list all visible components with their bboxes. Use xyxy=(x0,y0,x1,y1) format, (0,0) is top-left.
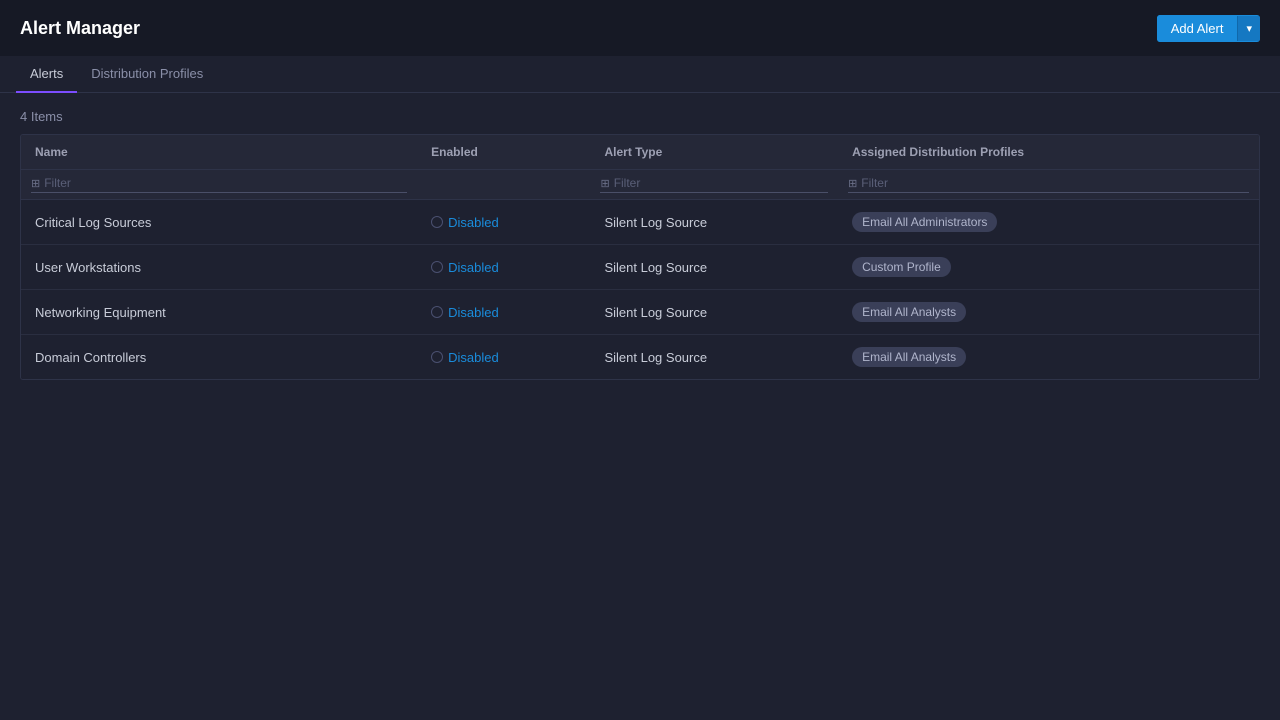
cell-name-2: Networking Equipment xyxy=(21,290,417,335)
add-alert-button[interactable]: Add Alert ▾ xyxy=(1157,15,1260,42)
radio-icon-2 xyxy=(431,306,443,318)
filter-wrap-dist-profiles: ⊞ xyxy=(848,176,1249,193)
cell-alert-type-0: Silent Log Source xyxy=(590,200,838,245)
filter-cell-dist-profiles: ⊞ xyxy=(838,170,1259,200)
filter-cell-enabled xyxy=(417,170,590,200)
col-header-alert-type: Alert Type xyxy=(590,135,838,170)
tab-bar: Alerts Distribution Profiles xyxy=(0,56,1280,93)
tab-distribution-profiles[interactable]: Distribution Profiles xyxy=(77,56,217,93)
table-row[interactable]: User Workstations Disabled Silent Log So… xyxy=(21,245,1259,290)
col-header-name: Name xyxy=(21,135,417,170)
item-count: 4 Items xyxy=(20,109,1260,124)
add-alert-main[interactable]: Add Alert xyxy=(1157,15,1238,42)
cell-enabled-2: Disabled xyxy=(417,290,590,335)
filter-wrap-alert-type: ⊞ xyxy=(600,176,828,193)
cell-dist-profile-1: Custom Profile xyxy=(838,245,1259,290)
cell-dist-profile-3: Email All Analysts xyxy=(838,335,1259,380)
table-row[interactable]: Domain Controllers Disabled Silent Log S… xyxy=(21,335,1259,380)
table-row[interactable]: Critical Log Sources Disabled Silent Log… xyxy=(21,200,1259,245)
dist-profile-badge-3[interactable]: Email All Analysts xyxy=(852,347,966,367)
cell-alert-type-3: Silent Log Source xyxy=(590,335,838,380)
radio-icon-3 xyxy=(431,351,443,363)
dist-profile-badge-1[interactable]: Custom Profile xyxy=(852,257,951,277)
app-header: Alert Manager Add Alert ▾ xyxy=(0,0,1280,56)
filter-icon-alert-type: ⊞ xyxy=(600,177,609,190)
tab-alerts[interactable]: Alerts xyxy=(16,56,77,93)
filter-input-name[interactable] xyxy=(44,176,407,190)
cell-dist-profile-2: Email All Analysts xyxy=(838,290,1259,335)
status-disabled-2: Disabled xyxy=(431,305,576,320)
cell-alert-type-2: Silent Log Source xyxy=(590,290,838,335)
cell-enabled-1: Disabled xyxy=(417,245,590,290)
radio-icon-0 xyxy=(431,216,443,228)
cell-name-0: Critical Log Sources xyxy=(21,200,417,245)
app-title: Alert Manager xyxy=(20,18,140,39)
alerts-table: Name Enabled Alert Type Assigned Distrib… xyxy=(21,135,1259,379)
filter-icon-dist-profiles: ⊞ xyxy=(848,177,857,190)
filter-input-dist-profiles[interactable] xyxy=(861,176,1249,190)
filter-row: ⊞ ⊞ ⊞ xyxy=(21,170,1259,200)
filter-wrap-name: ⊞ xyxy=(31,176,407,193)
cell-enabled-0: Disabled xyxy=(417,200,590,245)
radio-icon-1 xyxy=(431,261,443,273)
col-header-enabled: Enabled xyxy=(417,135,590,170)
filter-icon-name: ⊞ xyxy=(31,177,40,190)
alerts-table-wrapper: Name Enabled Alert Type Assigned Distrib… xyxy=(20,134,1260,380)
add-alert-dropdown[interactable]: ▾ xyxy=(1237,16,1260,41)
filter-cell-alert-type: ⊞ xyxy=(590,170,838,200)
cell-alert-type-1: Silent Log Source xyxy=(590,245,838,290)
cell-enabled-3: Disabled xyxy=(417,335,590,380)
status-disabled-3: Disabled xyxy=(431,350,576,365)
dist-profile-badge-0[interactable]: Email All Administrators xyxy=(852,212,997,232)
col-header-dist-profiles: Assigned Distribution Profiles xyxy=(838,135,1259,170)
main-content: 4 Items Name Enabled Alert Type Assigned… xyxy=(0,93,1280,396)
filter-cell-name: ⊞ xyxy=(21,170,417,200)
cell-name-1: User Workstations xyxy=(21,245,417,290)
table-row[interactable]: Networking Equipment Disabled Silent Log… xyxy=(21,290,1259,335)
cell-dist-profile-0: Email All Administrators xyxy=(838,200,1259,245)
status-disabled-0: Disabled xyxy=(431,215,576,230)
status-disabled-1: Disabled xyxy=(431,260,576,275)
dist-profile-badge-2[interactable]: Email All Analysts xyxy=(852,302,966,322)
filter-input-alert-type[interactable] xyxy=(614,176,828,190)
cell-name-3: Domain Controllers xyxy=(21,335,417,380)
table-header-row: Name Enabled Alert Type Assigned Distrib… xyxy=(21,135,1259,170)
